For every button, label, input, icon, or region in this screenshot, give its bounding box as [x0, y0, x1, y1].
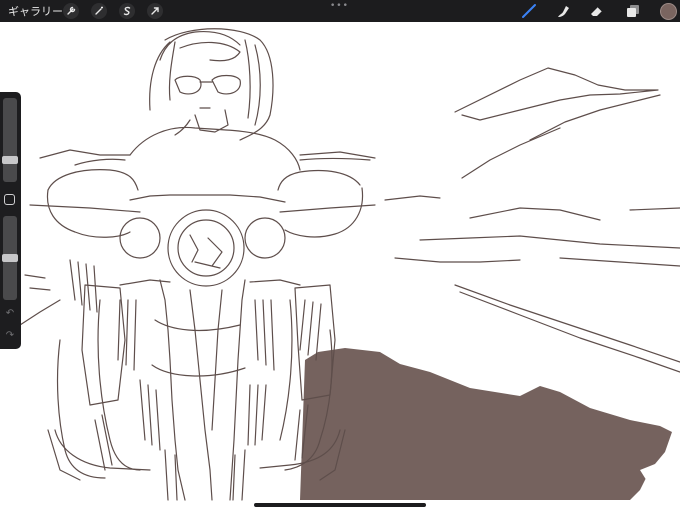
sidebar: ↶ ↷	[0, 92, 21, 349]
drawing-canvas[interactable]	[0, 22, 680, 510]
gallery-button[interactable]: ギャラリー	[8, 3, 63, 19]
redo-button[interactable]: ↷	[4, 330, 16, 342]
smudge-icon[interactable]	[554, 2, 572, 20]
brush-size-thumb[interactable]	[2, 156, 18, 164]
home-indicator	[254, 503, 426, 507]
wrench-icon[interactable]	[63, 3, 79, 19]
magic-wand-icon[interactable]	[91, 3, 107, 19]
transform-arrow-icon[interactable]	[147, 3, 163, 19]
eraser-icon[interactable]	[588, 2, 606, 20]
opacity-thumb[interactable]	[2, 254, 18, 262]
color-swatch[interactable]	[660, 3, 677, 20]
opacity-slider[interactable]	[2, 216, 18, 300]
window-handle[interactable]: •••	[330, 1, 349, 11]
brush-icon[interactable]	[520, 2, 538, 20]
brush-size-slider[interactable]	[2, 98, 18, 182]
top-toolbar: ギャラリー •••	[0, 0, 680, 22]
modify-button[interactable]	[4, 194, 15, 205]
selection-icon[interactable]	[119, 3, 135, 19]
ground-shadow-fill	[300, 348, 672, 500]
undo-button[interactable]: ↶	[4, 308, 16, 320]
layers-icon[interactable]	[624, 2, 642, 20]
